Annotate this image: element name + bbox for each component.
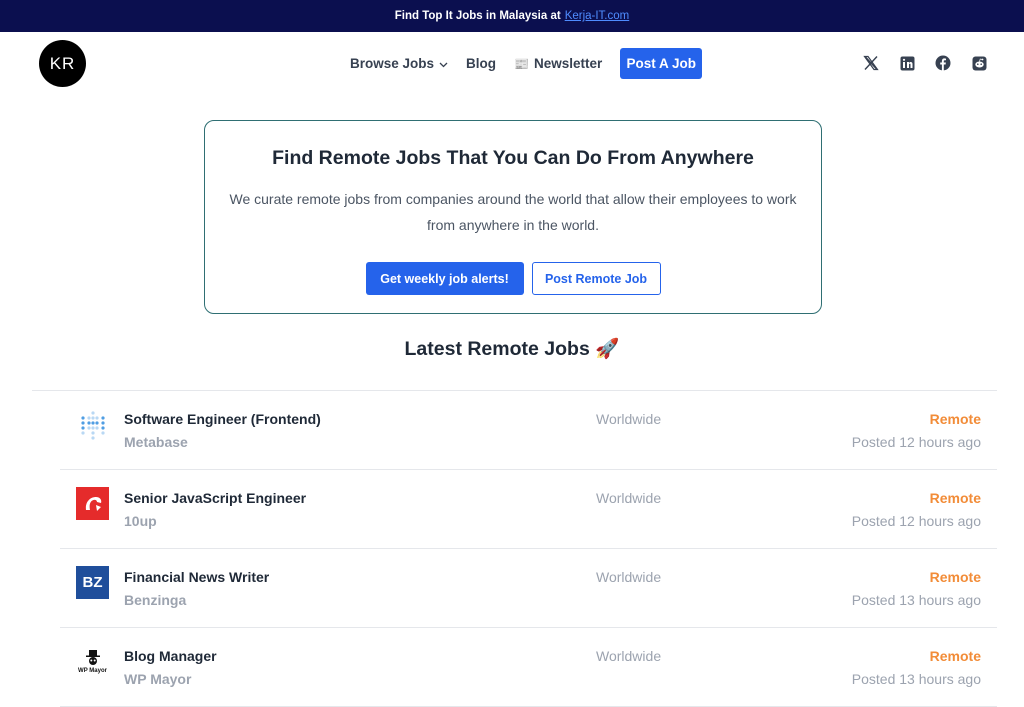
metabase-logo-icon — [76, 408, 109, 441]
job-type-badge: Remote — [929, 411, 981, 427]
benzinga-logo-text: BZ — [76, 566, 109, 599]
hero-buttons: Get weekly job alerts! Post Remote Job — [205, 262, 821, 295]
x-icon[interactable] — [862, 54, 880, 72]
job-location: Worldwide — [596, 569, 662, 585]
job-posted-time: Posted 12 hours ago — [851, 513, 981, 529]
job-title: Blog Manager — [124, 648, 217, 664]
job-location: Worldwide — [596, 648, 662, 664]
job-title: Financial News Writer — [124, 569, 270, 585]
newspaper-icon: 📰 — [514, 56, 529, 71]
job-type-badge: Remote — [929, 490, 981, 506]
linkedin-icon[interactable] — [898, 54, 916, 72]
job-location: Worldwide — [596, 411, 662, 427]
job-type-badge: Remote — [929, 648, 981, 664]
nav-browse-jobs-label: Browse Jobs — [350, 56, 435, 71]
post-a-job-button[interactable]: Post A Job — [620, 48, 703, 79]
chevron-down-icon — [439, 56, 448, 71]
latest-jobs-title: Latest Remote Jobs 🚀 — [404, 338, 620, 360]
job-posted-time: Posted 13 hours ago — [851, 592, 981, 608]
site-header: KR Browse Jobs Blog 📰 Newsletter Post A … — [0, 32, 1024, 96]
nav-newsletter[interactable]: 📰 Newsletter — [514, 56, 602, 71]
job-company: WP Mayor — [124, 671, 192, 687]
tenup-logo-icon — [76, 487, 109, 520]
announcement-text: Find Top It Jobs in Malaysia at — [394, 10, 561, 22]
job-row[interactable]: BZ Financial News Writer Benzinga Worldw… — [60, 549, 997, 628]
site-logo[interactable]: KR — [39, 40, 86, 87]
job-posted-time: Posted 13 hours ago — [851, 671, 981, 687]
post-remote-job-button[interactable]: Post Remote Job — [531, 262, 661, 295]
job-title: Senior JavaScript Engineer — [124, 490, 307, 506]
job-row[interactable]: WP Mayor Blog Manager WP Mayor Worldwide… — [60, 628, 997, 707]
job-row[interactable]: Software Engineer (Frontend) Metabase Wo… — [60, 391, 997, 470]
hero-title: Find Remote Jobs That You Can Do From An… — [272, 147, 754, 169]
job-company: Metabase — [124, 434, 188, 450]
hero-card: Find Remote Jobs That You Can Do From An… — [204, 120, 822, 314]
job-company: Benzinga — [124, 592, 187, 608]
job-alerts-button[interactable]: Get weekly job alerts! — [365, 262, 524, 295]
wpmayor-logo-text: WP Mayor — [78, 668, 107, 674]
social-links — [844, 54, 988, 72]
job-title: Software Engineer (Frontend) — [124, 411, 321, 427]
job-location: Worldwide — [596, 490, 662, 506]
job-type-badge: Remote — [929, 569, 981, 585]
hero-description: We curate remote jobs from companies aro… — [229, 191, 797, 233]
nav-browse-jobs[interactable]: Browse Jobs — [350, 56, 448, 71]
job-posted-time: Posted 12 hours ago — [851, 434, 981, 450]
main-nav: Browse Jobs Blog 📰 Newsletter Post A Job — [350, 48, 703, 79]
wpmayor-logo-icon: WP Mayor — [76, 645, 109, 678]
job-company: 10up — [124, 513, 157, 529]
kerja-it-link[interactable]: Kerja-IT.com — [565, 10, 630, 22]
benzinga-logo-icon: BZ — [76, 566, 109, 599]
facebook-icon[interactable] — [934, 54, 952, 72]
announcement-bar: Find Top It Jobs in Malaysia at Kerja-IT… — [0, 0, 1024, 32]
nav-newsletter-label: Newsletter — [533, 56, 603, 71]
job-list: Software Engineer (Frontend) Metabase Wo… — [60, 391, 997, 707]
reddit-icon[interactable] — [970, 54, 988, 72]
nav-blog[interactable]: Blog — [466, 56, 496, 71]
job-row[interactable]: Senior JavaScript Engineer 10up Worldwid… — [60, 470, 997, 549]
